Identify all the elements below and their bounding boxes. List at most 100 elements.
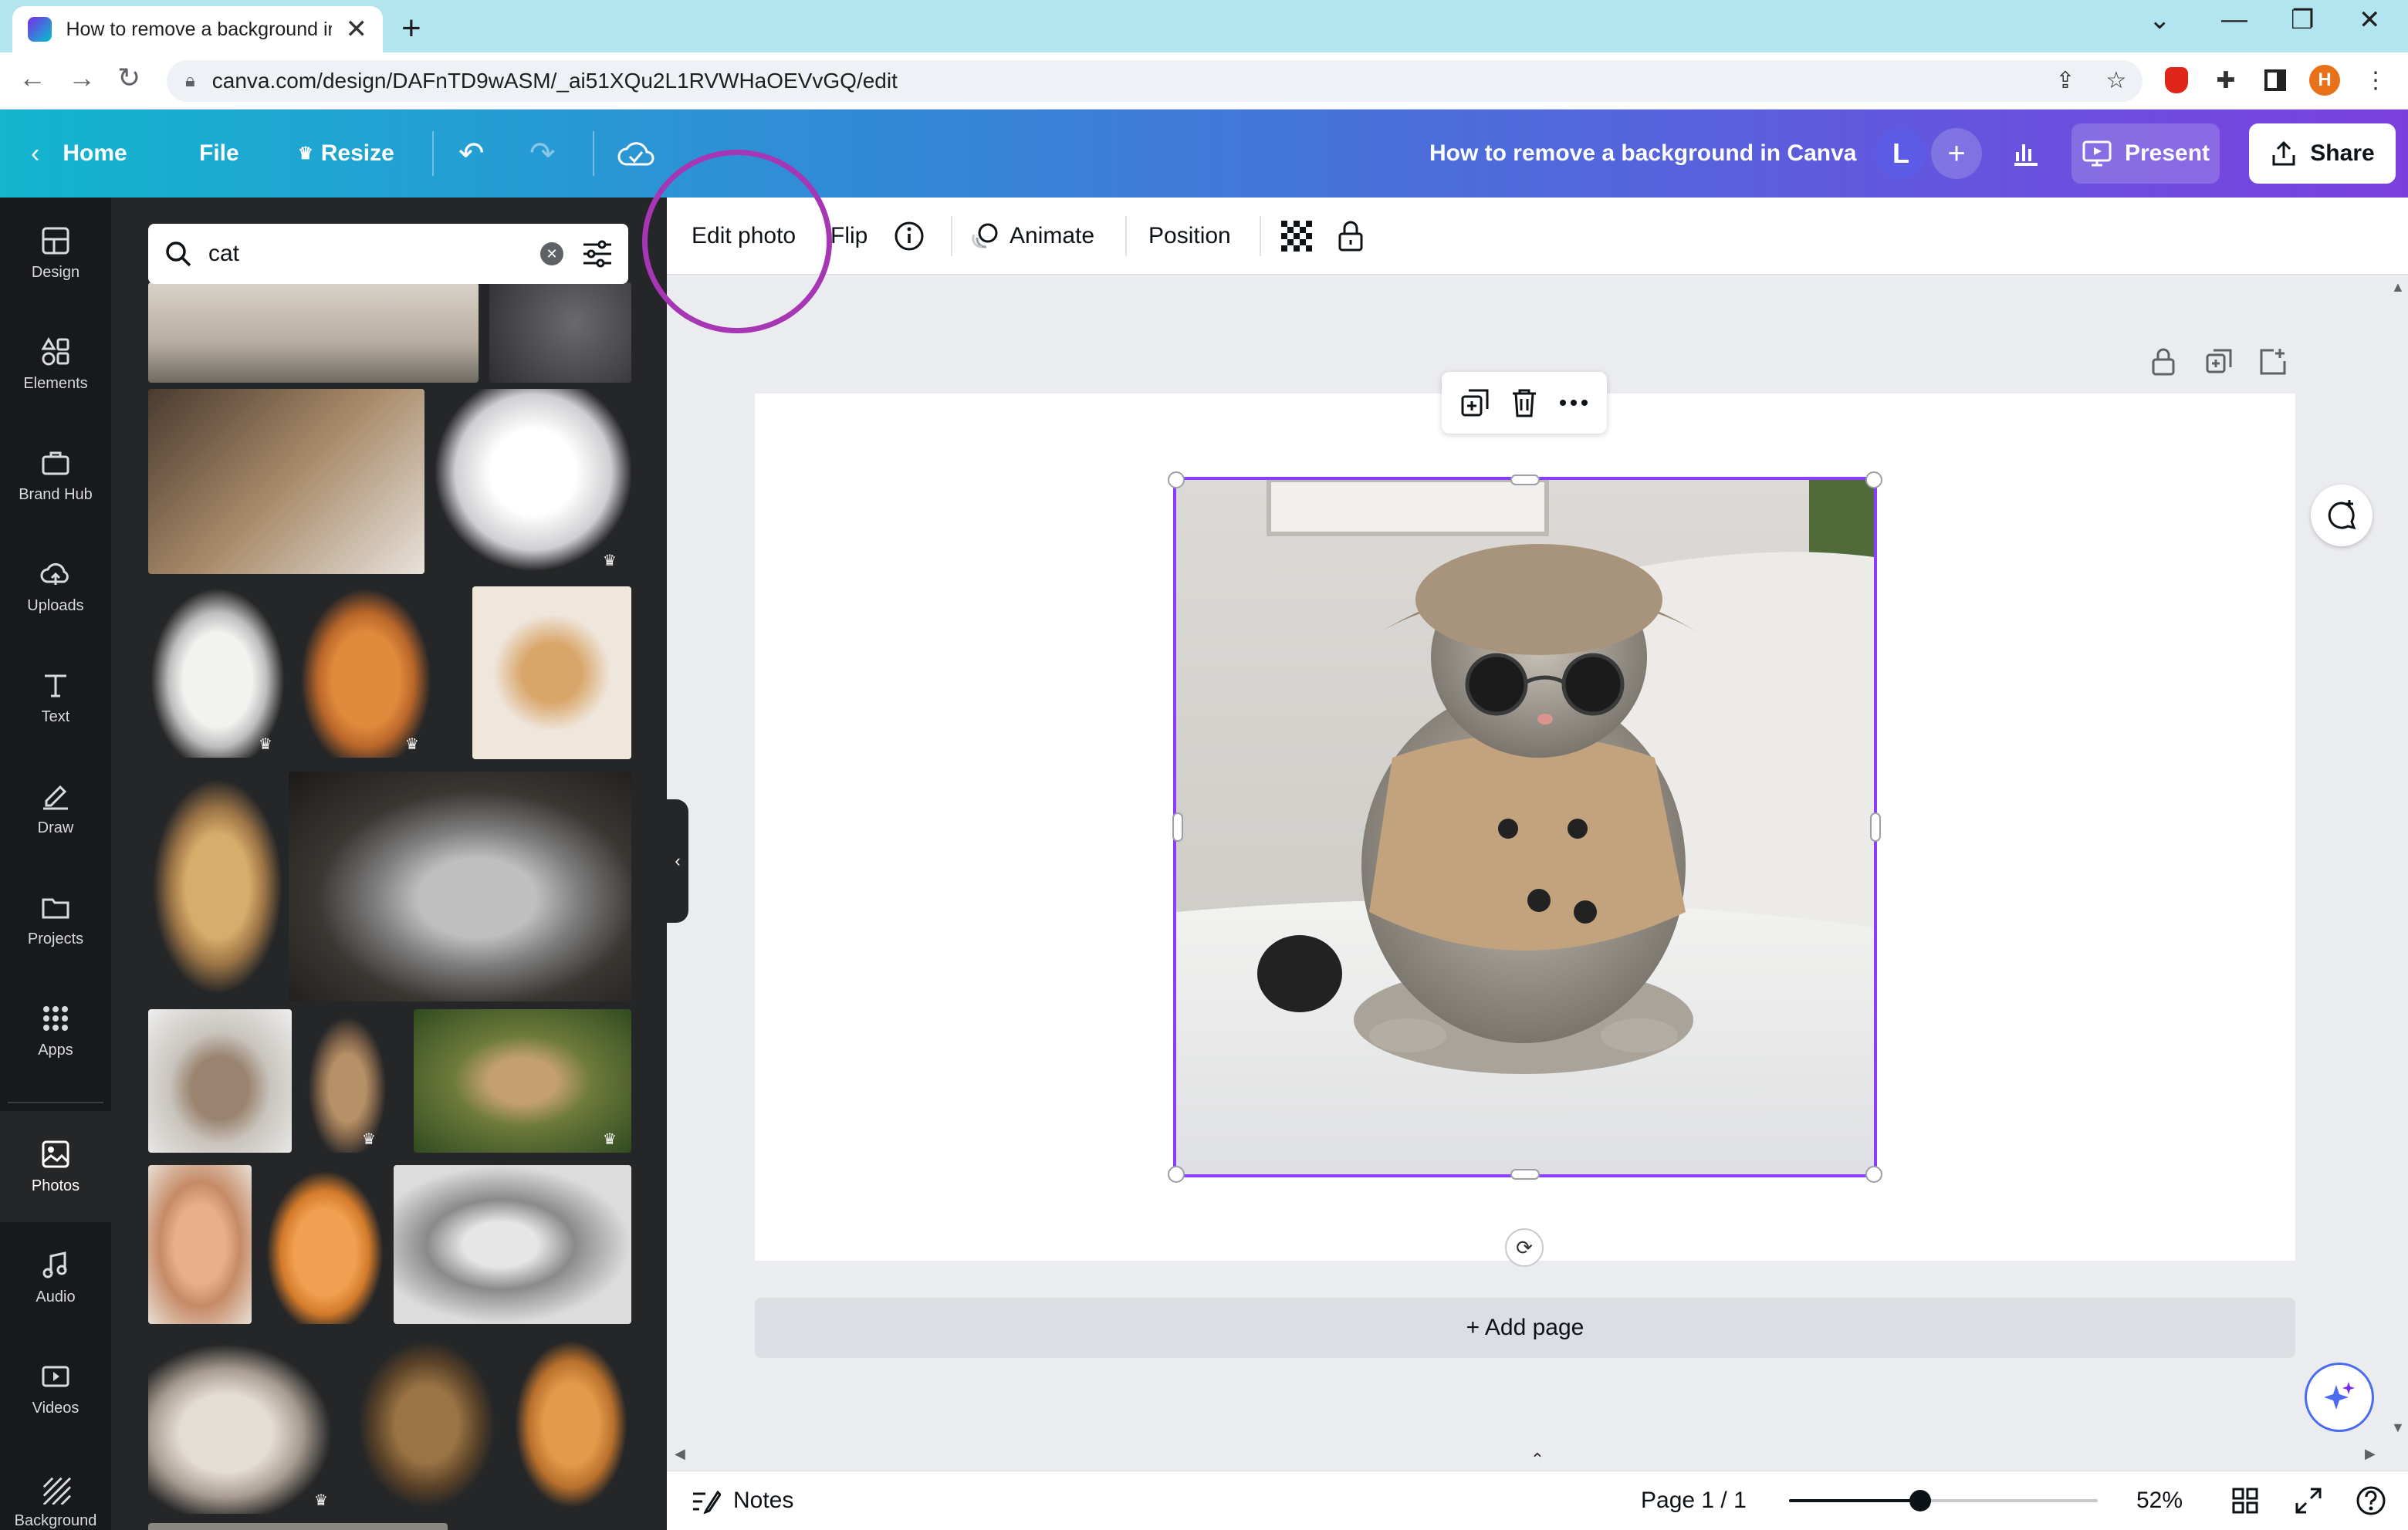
- page-lock-icon[interactable]: [2150, 347, 2176, 383]
- photo-thumbnail[interactable]: ♛: [435, 389, 631, 574]
- rail-item-text[interactable]: Text: [0, 642, 111, 753]
- add-page-button[interactable]: + Add page: [755, 1298, 2295, 1358]
- clear-search-icon[interactable]: ✕: [540, 242, 563, 265]
- resize-handle-left[interactable]: [1172, 812, 1183, 842]
- reload-icon[interactable]: ↻: [117, 62, 140, 94]
- scroll-right-arrow-icon[interactable]: ▶: [2365, 1446, 2376, 1462]
- back-icon[interactable]: ←: [19, 62, 46, 94]
- zoom-percentage[interactable]: 52%: [2136, 1471, 2183, 1530]
- rail-item-photos[interactable]: Photos: [0, 1111, 111, 1222]
- photo-search-input[interactable]: cat ✕: [148, 224, 628, 284]
- more-options-icon[interactable]: [1558, 398, 1589, 407]
- rail-item-background[interactable]: Background: [0, 1444, 111, 1530]
- trash-icon[interactable]: [1510, 387, 1538, 418]
- browser-menu-icon[interactable]: ⋮: [2360, 65, 2391, 96]
- scroll-up-arrow-icon[interactable]: ▲: [2391, 279, 2405, 296]
- browser-tab[interactable]: How to remove a background in Canva ✕: [12, 6, 383, 52]
- magic-assistant-button[interactable]: [2305, 1363, 2374, 1432]
- animate-button[interactable]: Animate: [969, 198, 1094, 275]
- rail-item-audio[interactable]: Audio: [0, 1222, 111, 1333]
- photo-thumbnail[interactable]: [148, 282, 479, 383]
- transparency-icon[interactable]: [1281, 198, 1312, 275]
- photo-thumbnail[interactable]: [511, 1335, 631, 1514]
- selected-cat-photo[interactable]: [1173, 477, 1877, 1177]
- minimize-icon[interactable]: —: [2221, 5, 2247, 35]
- extensions-puzzle-icon[interactable]: ✚: [2210, 65, 2241, 96]
- photo-thumbnail[interactable]: [394, 1165, 631, 1324]
- photo-thumbnail[interactable]: [472, 586, 631, 759]
- photo-thumbnail[interactable]: ♛: [298, 585, 434, 758]
- undo-icon[interactable]: ↶: [458, 110, 485, 198]
- side-panel-icon[interactable]: [2260, 65, 2291, 96]
- notes-button[interactable]: Notes: [692, 1471, 793, 1530]
- page-indicator[interactable]: Page 1 / 1: [1641, 1471, 1747, 1530]
- forward-icon[interactable]: →: [68, 62, 96, 94]
- photo-thumbnail[interactable]: [148, 772, 287, 1001]
- duplicate-page-icon[interactable]: [2204, 347, 2234, 383]
- resize-handle-top-right[interactable]: [1865, 471, 1882, 488]
- resize-handle-bottom[interactable]: [1510, 1169, 1540, 1180]
- present-button[interactable]: Present: [2071, 123, 2220, 184]
- photo-thumbnail[interactable]: [148, 1523, 448, 1530]
- rail-item-apps[interactable]: Apps: [0, 975, 111, 1086]
- collaborator-avatar[interactable]: L: [1875, 128, 1926, 179]
- photo-thumbnail[interactable]: [489, 282, 631, 383]
- new-tab-icon[interactable]: +: [401, 9, 421, 48]
- add-collaborator-icon[interactable]: +: [1931, 128, 1982, 179]
- photo-thumbnail[interactable]: ♛: [148, 1335, 343, 1514]
- position-button[interactable]: Position: [1148, 198, 1231, 275]
- filter-sliders-icon[interactable]: [582, 240, 613, 268]
- scroll-left-arrow-icon[interactable]: ◀: [675, 1446, 685, 1462]
- lock-icon[interactable]: [1337, 198, 1365, 275]
- resize-handle-top[interactable]: [1510, 475, 1540, 485]
- info-icon[interactable]: [894, 198, 925, 275]
- close-tab-icon[interactable]: ✕: [346, 14, 368, 45]
- tab-search-chevron-icon[interactable]: ⌄: [2149, 5, 2171, 35]
- photo-thumbnail[interactable]: [262, 1165, 387, 1324]
- scroll-down-arrow-icon[interactable]: ▼: [2391, 1420, 2405, 1436]
- photo-thumbnail[interactable]: [148, 1165, 252, 1324]
- photo-thumbnail[interactable]: ♛: [414, 1009, 631, 1153]
- insights-chart-icon[interactable]: [2010, 110, 2041, 198]
- grid-view-icon[interactable]: [2232, 1471, 2258, 1530]
- document-title[interactable]: How to remove a background in Canva: [1429, 110, 1856, 198]
- address-bar[interactable]: 🔒︎ canva.com/design/DAFnTD9wASM/_ai51XQu…: [167, 60, 2143, 102]
- zoom-slider-thumb[interactable]: [1909, 1490, 1931, 1511]
- profile-avatar[interactable]: H: [2309, 65, 2340, 96]
- photo-thumbnail[interactable]: ♛: [304, 1009, 391, 1153]
- show-pages-chevron-icon[interactable]: ⌃: [1490, 1449, 1585, 1471]
- duplicate-icon[interactable]: [1459, 387, 1490, 418]
- share-page-icon[interactable]: ⇪: [2050, 65, 2081, 96]
- extension-shield-icon[interactable]: [2161, 65, 2192, 96]
- flip-button[interactable]: Flip: [830, 198, 867, 275]
- home-button[interactable]: ‹ Home: [31, 110, 127, 198]
- rail-item-design[interactable]: Design: [0, 198, 111, 309]
- resize-button[interactable]: ♛ Resize: [298, 110, 394, 198]
- resize-handle-bottom-left[interactable]: [1168, 1166, 1185, 1183]
- close-window-icon[interactable]: ✕: [2359, 5, 2381, 35]
- restore-icon[interactable]: ❐: [2291, 5, 2314, 35]
- bookmark-star-icon[interactable]: ☆: [2101, 65, 2132, 96]
- rail-item-projects[interactable]: Projects: [0, 864, 111, 975]
- add-page-icon[interactable]: [2258, 347, 2288, 383]
- resize-handle-bottom-right[interactable]: [1865, 1166, 1882, 1183]
- fullscreen-icon[interactable]: [2295, 1471, 2322, 1530]
- resize-handle-top-left[interactable]: [1168, 471, 1185, 488]
- rail-item-brand-hub[interactable]: Brand Hub: [0, 420, 111, 531]
- photo-thumbnail[interactable]: [289, 772, 631, 1001]
- rotate-handle-icon[interactable]: ⟳: [1505, 1228, 1544, 1267]
- cloud-saved-icon[interactable]: [617, 110, 654, 198]
- photo-thumbnail[interactable]: ♛: [148, 585, 287, 758]
- share-button[interactable]: Share: [2249, 123, 2396, 184]
- rail-item-videos[interactable]: Videos: [0, 1333, 111, 1444]
- collapse-panel-button[interactable]: ‹: [667, 799, 688, 923]
- help-icon[interactable]: [2356, 1471, 2386, 1530]
- rail-item-elements[interactable]: Elements: [0, 309, 111, 420]
- redo-icon[interactable]: ↷: [529, 110, 556, 198]
- resize-handle-right[interactable]: [1870, 812, 1881, 842]
- rail-item-draw[interactable]: Draw: [0, 753, 111, 864]
- file-menu-button[interactable]: File: [199, 110, 239, 198]
- add-comment-button[interactable]: [2311, 485, 2372, 546]
- photo-thumbnail[interactable]: [353, 1335, 500, 1514]
- photo-thumbnail[interactable]: [148, 1009, 292, 1153]
